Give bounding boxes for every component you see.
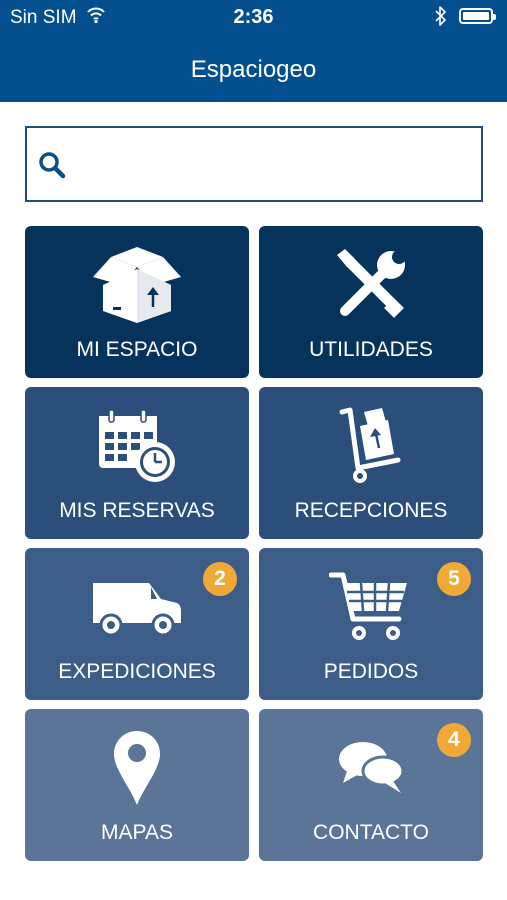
map-pin-icon	[25, 723, 249, 813]
search-input[interactable]	[87, 138, 471, 192]
search-box[interactable]	[25, 126, 483, 202]
tile-recepciones[interactable]: RECEPCIONES	[259, 387, 483, 539]
tile-label: PEDIDOS	[323, 660, 419, 683]
bluetooth-icon	[434, 5, 448, 33]
tile-pedidos[interactable]: 5 PEDIDOS	[259, 548, 483, 700]
clock: 2:36	[233, 6, 274, 28]
search-icon	[37, 150, 67, 185]
tile-mi-espacio[interactable]: MI ESPACIO	[25, 226, 249, 378]
battery-icon	[459, 8, 496, 24]
tile-label: CONTACTO	[313, 821, 429, 844]
status-bar: Sin SIM 2:36	[0, 0, 507, 36]
notification-badge: 2	[203, 562, 237, 596]
tile-label: MI ESPACIO	[76, 338, 198, 361]
hand-truck-icon	[259, 401, 483, 491]
tile-mapas[interactable]: MAPAS	[25, 709, 249, 861]
tile-expediciones[interactable]: 2 EXPEDICIONES	[25, 548, 249, 700]
tile-label: MIS RESERVAS	[59, 499, 215, 522]
calendar-clock-icon	[25, 401, 249, 491]
tile-label: MAPAS	[101, 821, 173, 844]
notification-badge: 4	[437, 723, 471, 757]
tile-mis-reservas[interactable]: MIS RESERVAS	[25, 387, 249, 539]
tile-label: UTILIDADES	[309, 338, 433, 361]
tile-contacto[interactable]: 4 CONTACTO	[259, 709, 483, 861]
notification-badge: 5	[437, 562, 471, 596]
app-title: Espaciogeo	[190, 56, 317, 83]
tile-label: EXPEDICIONES	[58, 660, 216, 683]
tile-label: RECEPCIONES	[294, 499, 448, 522]
tools-icon	[259, 240, 483, 330]
box-icon	[25, 240, 249, 330]
tile-utilidades[interactable]: UTILIDADES	[259, 226, 483, 378]
top-bar: Sin SIM 2:36 Espaciogeo	[0, 0, 507, 102]
